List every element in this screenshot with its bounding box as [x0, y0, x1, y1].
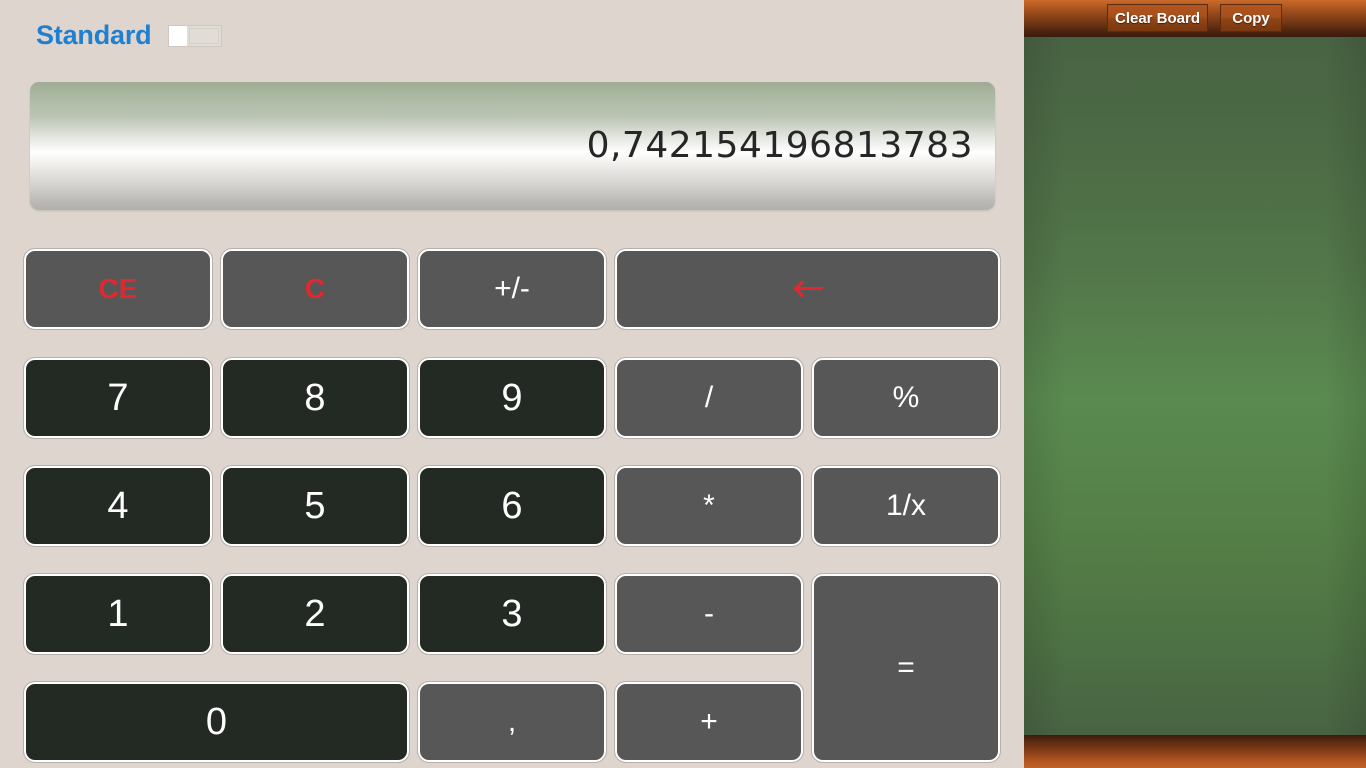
- key-label: +/-: [494, 272, 530, 305]
- key-plusminus[interactable]: +/-: [417, 248, 607, 330]
- clear-board-button[interactable]: Clear Board: [1107, 4, 1208, 32]
- chalkboard-top-frame: Clear Board Copy: [1024, 0, 1366, 37]
- toggle-thumb: [169, 26, 187, 46]
- toggle-track: [189, 28, 219, 44]
- calculator-keypad: CE C +/- 7 8 9 /% 4 5 6 * 1/x 1 2 3 - = 0, +: [0, 243, 1024, 768]
- key-label: =: [897, 651, 915, 684]
- copy-button[interactable]: Copy: [1220, 4, 1282, 32]
- key-reciprocal[interactable]: 1/x: [811, 465, 1001, 547]
- key-label: %: [892, 381, 920, 414]
- chalkboard-bottom-frame: [1024, 735, 1366, 768]
- key-six[interactable]: 6: [417, 465, 607, 547]
- key-label: *: [703, 489, 715, 522]
- key-two[interactable]: 2: [220, 573, 410, 655]
- key-equals[interactable]: =: [811, 573, 1001, 763]
- page-title: Standard: [36, 20, 152, 50]
- key-zero[interactable]: 0: [23, 681, 410, 763]
- display-value: 0,742154196813783: [586, 125, 973, 166]
- key-four[interactable]: 4: [23, 465, 213, 547]
- key-label: /: [704, 381, 714, 414]
- key-label: 1/x: [885, 489, 927, 522]
- key-label: 9: [501, 376, 523, 419]
- key-label: C: [304, 273, 326, 304]
- key-comma[interactable]: ,: [417, 681, 607, 763]
- key-five[interactable]: 5: [220, 465, 410, 547]
- calculator-display[interactable]: 0,742154196813783: [30, 82, 995, 210]
- key-label: ,: [507, 705, 517, 738]
- key-one[interactable]: 1: [23, 573, 213, 655]
- key-label: 3: [501, 592, 523, 635]
- key-seven[interactable]: 7: [23, 357, 213, 439]
- key-plus[interactable]: +: [614, 681, 804, 763]
- mode-toggle-switch[interactable]: [168, 25, 222, 47]
- chalkboard-panel: Clear Board Copy: [1024, 0, 1366, 768]
- key-label: 8: [304, 376, 326, 419]
- key-multiply[interactable]: *: [614, 465, 804, 547]
- key-eight[interactable]: 8: [220, 357, 410, 439]
- key-backspace[interactable]: [614, 248, 1001, 330]
- backspace-arrow-icon: [793, 279, 823, 299]
- key-label: CE: [98, 273, 138, 304]
- key-divide[interactable]: /: [614, 357, 804, 439]
- key-label: 6: [501, 484, 523, 527]
- calculator-header: Standard: [0, 0, 1024, 70]
- key-label: 2: [304, 592, 326, 635]
- key-c[interactable]: C: [220, 248, 410, 330]
- chalkboard-surface[interactable]: [1024, 37, 1366, 735]
- key-label: -: [704, 597, 714, 630]
- key-three[interactable]: 3: [417, 573, 607, 655]
- calculator-app: Standard 0,742154196813783 CE C +/- 7 8 9 /% 4 5…: [0, 0, 1366, 768]
- key-ce[interactable]: CE: [23, 248, 213, 330]
- key-label: +: [700, 705, 718, 738]
- key-minus[interactable]: -: [614, 573, 804, 655]
- key-label: 7: [107, 376, 129, 419]
- key-label: 5: [304, 484, 326, 527]
- key-label: 1: [107, 592, 129, 635]
- key-label: 0: [205, 700, 228, 743]
- calculator-panel: Standard 0,742154196813783 CE C +/- 7 8 9 /% 4 5…: [0, 0, 1024, 768]
- key-percent[interactable]: %: [811, 357, 1001, 439]
- key-nine[interactable]: 9: [417, 357, 607, 439]
- key-label: 4: [107, 484, 129, 527]
